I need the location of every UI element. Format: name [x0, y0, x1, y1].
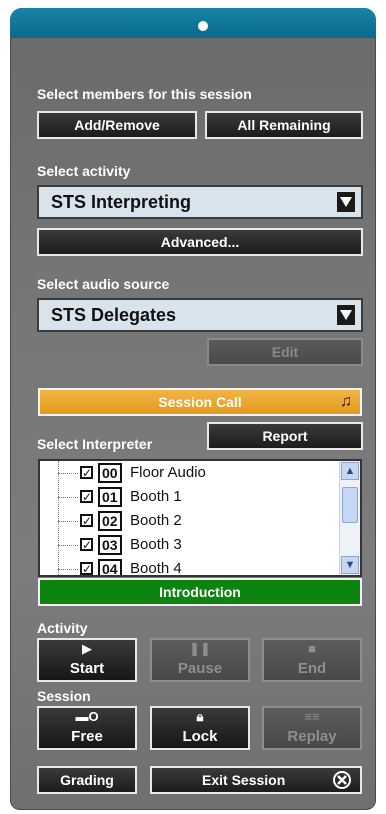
- all-remaining-button[interactable]: All Remaining: [205, 111, 363, 139]
- add-remove-button[interactable]: Add/Remove: [37, 111, 197, 139]
- members-label: Select members for this session: [37, 86, 252, 102]
- replay-label: Replay: [287, 728, 337, 745]
- replay-button[interactable]: ≡≡ Replay: [262, 706, 362, 750]
- scroll-down-icon[interactable]: ▼: [341, 556, 359, 574]
- edit-button[interactable]: Edit: [207, 338, 363, 366]
- list-item[interactable]: ✓ 04 Booth 4: [40, 557, 340, 577]
- exit-session-button[interactable]: Exit Session: [150, 766, 362, 794]
- tree-branch: [58, 545, 78, 546]
- interpreter-name: Booth 2: [130, 512, 182, 529]
- session-call-button[interactable]: Session Call ♫: [38, 388, 362, 416]
- key-icon: ▬O: [75, 709, 99, 724]
- interpreter-list[interactable]: ✓ 00 Floor Audio ✓ 01 Booth 1 ✓ 02 Booth…: [38, 459, 362, 577]
- interpreter-name: Booth 3: [130, 536, 182, 553]
- scroll-thumb[interactable]: [342, 487, 358, 523]
- lock-icon: 🔒︎: [196, 709, 204, 724]
- free-label: Free: [71, 728, 103, 745]
- scroll-up-icon[interactable]: ▲: [341, 462, 359, 480]
- lock-button[interactable]: 🔒︎ Lock: [150, 706, 250, 750]
- interpreter-code: 00: [98, 463, 122, 483]
- list-item[interactable]: ✓ 03 Booth 3: [40, 533, 340, 557]
- tree-branch: [58, 569, 78, 570]
- checkbox[interactable]: ✓: [80, 466, 93, 479]
- checkbox[interactable]: ✓: [80, 514, 93, 527]
- exit-session-label: Exit Session: [202, 772, 286, 788]
- start-button[interactable]: ▶ Start: [37, 638, 137, 682]
- end-label: End: [297, 660, 327, 677]
- interpreter-name: Floor Audio: [130, 464, 206, 481]
- music-note-icon: ♫: [340, 393, 352, 410]
- dropdown-arrow-icon[interactable]: [337, 305, 355, 325]
- report-button[interactable]: Report: [207, 422, 363, 450]
- interpreter-code: 02: [98, 511, 122, 531]
- interpreter-label: Select Interpreter: [37, 436, 153, 452]
- list-item[interactable]: ✓ 01 Booth 1: [40, 485, 340, 509]
- session-call-label: Session Call: [158, 394, 242, 410]
- pause-icon: ❚❚: [189, 641, 211, 656]
- free-button[interactable]: ▬O Free: [37, 706, 137, 750]
- end-button[interactable]: ■ End: [262, 638, 362, 682]
- audio-source-dropdown[interactable]: STS Delegates: [37, 298, 363, 332]
- tree-branch: [58, 473, 78, 474]
- introduction-button[interactable]: Introduction: [38, 578, 362, 606]
- session-panel: Select members for this session Add/Remo…: [10, 8, 376, 810]
- replay-icon: ≡≡: [304, 709, 320, 724]
- checkbox[interactable]: ✓: [80, 490, 93, 503]
- session-section-label: Session: [37, 688, 91, 704]
- list-item[interactable]: ✓ 00 Floor Audio: [40, 461, 340, 485]
- title-bar[interactable]: [10, 8, 376, 38]
- list-item[interactable]: ✓ 02 Booth 2: [40, 509, 340, 533]
- activity-select-label: Select activity: [37, 163, 131, 179]
- play-icon: ▶: [82, 641, 92, 656]
- dropdown-arrow-icon[interactable]: [337, 192, 355, 212]
- tree-branch: [58, 521, 78, 522]
- list-scrollbar[interactable]: ▲ ▼: [339, 461, 360, 575]
- audio-source-label: Select audio source: [37, 276, 170, 292]
- start-label: Start: [69, 660, 105, 677]
- interpreter-code: 03: [98, 535, 122, 555]
- checkbox[interactable]: ✓: [80, 538, 93, 551]
- grading-button[interactable]: Grading: [37, 766, 137, 794]
- tree-branch: [58, 497, 78, 498]
- pause-button[interactable]: ❚❚ Pause: [150, 638, 250, 682]
- checkbox[interactable]: ✓: [80, 562, 93, 575]
- stop-icon: ■: [308, 641, 316, 656]
- interpreter-name: Booth 1: [130, 488, 182, 505]
- interpreter-name: Booth 4: [130, 560, 182, 577]
- lock-label: Lock: [182, 728, 218, 745]
- interpreter-code: 01: [98, 487, 122, 507]
- close-circle-icon: [332, 770, 352, 793]
- activity-dropdown-value: STS Interpreting: [51, 191, 192, 212]
- advanced-button[interactable]: Advanced...: [37, 228, 363, 256]
- audio-source-dropdown-value: STS Delegates: [51, 304, 177, 325]
- activity-section-label: Activity: [37, 620, 88, 636]
- activity-dropdown[interactable]: STS Interpreting: [37, 185, 363, 219]
- interpreter-code: 04: [98, 559, 122, 575]
- pause-label: Pause: [177, 660, 223, 677]
- title-dot-icon: [198, 21, 208, 31]
